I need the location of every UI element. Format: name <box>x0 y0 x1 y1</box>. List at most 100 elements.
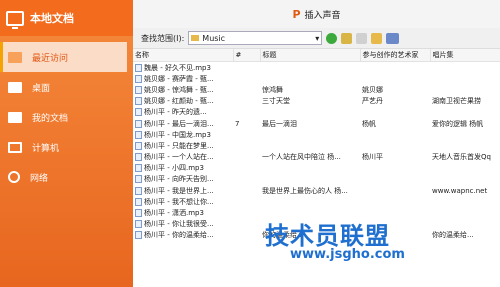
file-row[interactable]: 杨川平 - 向昨天告别... <box>133 174 500 185</box>
file-num-cell <box>233 96 260 107</box>
view-menu-button[interactable] <box>386 32 400 44</box>
file-list-header: 名称 # 标题 参与创作的艺术家 唱片集 <box>133 49 500 62</box>
file-name-cell: 姚贝娜 - 赛萨霞 - 甄... <box>133 73 233 84</box>
file-name-cell: 杨川平 - 昨天的遗... <box>133 107 233 118</box>
file-row[interactable]: 杨川平 - 中国龙.mp3 <box>133 129 500 140</box>
file-album-cell: www.wapnc.net <box>432 186 488 195</box>
column-header-album[interactable]: 唱片集 <box>430 49 500 62</box>
audio-file-icon <box>135 153 142 162</box>
file-row[interactable]: 杨川平 - 一个人站在... 一个人站在风中陪泣 杨... 杨川平 天地人音乐首发Qq <box>133 152 500 163</box>
audio-file-icon <box>135 141 142 150</box>
file-row[interactable]: 杨川平 - 小四.mp3 <box>133 163 500 174</box>
desktop-folder-icon <box>8 81 22 93</box>
up-folder-button[interactable] <box>341 32 353 44</box>
audio-file-icon <box>135 119 142 128</box>
network-icon <box>8 171 20 183</box>
file-album-cell <box>430 196 500 207</box>
sidebar-item-recent[interactable]: 最近访问 <box>0 42 127 72</box>
file-title-cell <box>260 174 360 185</box>
file-num-cell <box>233 140 260 151</box>
file-album-cell <box>430 73 500 84</box>
sidebar-item-label: 网络 <box>30 173 49 184</box>
file-name: 杨川平 - 最后一滴泪... <box>144 119 214 128</box>
file-num-cell <box>233 73 260 84</box>
audio-file-icon <box>135 209 142 218</box>
file-list: 名称 # 标题 参与创作的艺术家 唱片集 魏晨 - 好久不见.mp3 姚贝娜 - … <box>133 49 500 241</box>
column-header-title[interactable]: 标题 <box>260 49 361 62</box>
file-row[interactable]: 杨川平 - 昨天的遗... <box>133 107 500 118</box>
file-title-cell <box>260 163 360 174</box>
file-name-cell: 杨川平 - 我不想让你... <box>133 196 233 207</box>
sidebar-item-computer[interactable]: 计算机 <box>0 132 133 162</box>
new-folder-button[interactable] <box>371 32 383 44</box>
file-row[interactable]: 魏晨 - 好久不见.mp3 <box>133 62 500 74</box>
file-album-cell <box>430 174 500 185</box>
computer-icon <box>8 141 22 153</box>
file-name: 姚贝娜 - 惊鸿舞 - 甄... <box>144 85 214 94</box>
delete-button[interactable] <box>356 32 368 44</box>
file-num-cell <box>233 84 260 95</box>
file-name-cell: 杨川平 - 向昨天告别... <box>133 174 233 185</box>
back-button[interactable] <box>326 32 338 44</box>
audio-file-icon <box>135 220 142 229</box>
file-name-cell: 杨川平 - 小四.mp3 <box>133 163 233 174</box>
file-name: 杨川平 - 向昨天告别... <box>144 175 214 184</box>
audio-file-icon <box>135 63 142 72</box>
file-row[interactable]: 杨川平 - 最后一滴泪... 7 最后一滴泪 杨帆 爱你的逻辑 杨帆 <box>133 118 500 129</box>
file-album-cell <box>430 207 500 218</box>
file-name-cell: 杨川平 - 你的温柔给... <box>133 230 233 241</box>
audio-file-icon <box>135 164 142 173</box>
file-artist-cell <box>360 163 430 174</box>
sidebar-item-label: 最近访问 <box>32 53 69 64</box>
sidebar-header: 本地文档 <box>0 0 133 36</box>
column-header-name[interactable]: 名称 <box>133 49 234 62</box>
file-row[interactable]: 姚贝娜 - 惊鸿舞 - 甄... 惊鸿舞 姚贝娜 <box>133 84 500 95</box>
column-header-artist[interactable]: 参与创作的艺术家 <box>360 49 431 62</box>
file-album-cell <box>430 84 500 95</box>
dialog-titlebar: P 插入声音 <box>133 0 500 28</box>
monitor-icon <box>6 10 24 29</box>
file-artist-cell <box>360 107 430 118</box>
file-row[interactable]: 杨川平 - 我是世界上... 我是世界上最伤心的人 杨... www.wapnc.n… <box>133 185 500 196</box>
file-name-cell: 杨川平 - 一个人站在... <box>133 152 233 163</box>
dialog-title: 插入声音 <box>304 10 341 21</box>
file-name: 魏晨 - 好久不见.mp3 <box>144 63 211 72</box>
file-artist-cell: 严艺丹 <box>362 97 383 106</box>
file-artist-cell: 杨川平 <box>362 153 383 162</box>
file-album-cell <box>430 163 500 174</box>
file-artist-cell <box>360 174 430 185</box>
file-artist-cell <box>360 62 430 74</box>
recent-folder-icon <box>8 51 22 63</box>
file-row[interactable]: 杨川平 - 只能在梦里... <box>133 140 500 151</box>
file-num-cell <box>233 62 260 74</box>
file-album-cell: 你的温柔给... <box>432 231 474 240</box>
file-num-cell <box>233 219 260 230</box>
file-name: 杨川平 - 只能在梦里... <box>144 141 214 150</box>
file-name: 杨川平 - 你让我很受... <box>144 220 214 229</box>
file-title-cell: 一个人站在风中陪泣 杨... <box>262 153 341 162</box>
audio-file-icon <box>135 85 142 94</box>
look-in-value: Music <box>202 33 226 43</box>
file-row[interactable]: 姚贝娜 - 红颜劫 - 甄... 三寸天堂 严艺丹 湖南卫视芒果捞 <box>133 96 500 107</box>
file-num-cell: 7 <box>235 119 240 128</box>
look-in-dropdown[interactable]: Music ▾ <box>188 31 323 45</box>
sidebar-item-network[interactable]: 网络 <box>0 162 133 192</box>
file-title-cell: 三寸天堂 <box>262 97 290 106</box>
sidebar-item-desktop[interactable]: 桌面 <box>0 72 133 102</box>
file-title-cell <box>260 140 360 151</box>
file-name-cell: 杨川平 - 最后一滴泪... <box>133 118 233 129</box>
file-name-cell: 杨川平 - 中国龙.mp3 <box>133 129 233 140</box>
file-row[interactable]: 杨川平 - 我不想让你... <box>133 196 500 207</box>
column-header-number[interactable]: # <box>233 49 261 62</box>
file-name: 杨川平 - 中国龙.mp3 <box>144 130 211 139</box>
file-title-cell: 最后一滴泪 <box>262 119 297 128</box>
file-title-cell <box>260 196 360 207</box>
file-row[interactable]: 姚贝娜 - 赛萨霞 - 甄... <box>133 73 500 84</box>
audio-file-icon <box>135 97 142 106</box>
sidebar-item-label: 桌面 <box>32 83 51 94</box>
file-name-cell: 杨川平 - 我是世界上... <box>133 185 233 196</box>
documents-folder-icon <box>8 111 22 123</box>
audio-file-icon <box>135 197 142 206</box>
sidebar-item-documents[interactable]: 我的文档 <box>0 102 133 132</box>
file-name: 杨川平 - 一个人站在... <box>144 153 214 162</box>
